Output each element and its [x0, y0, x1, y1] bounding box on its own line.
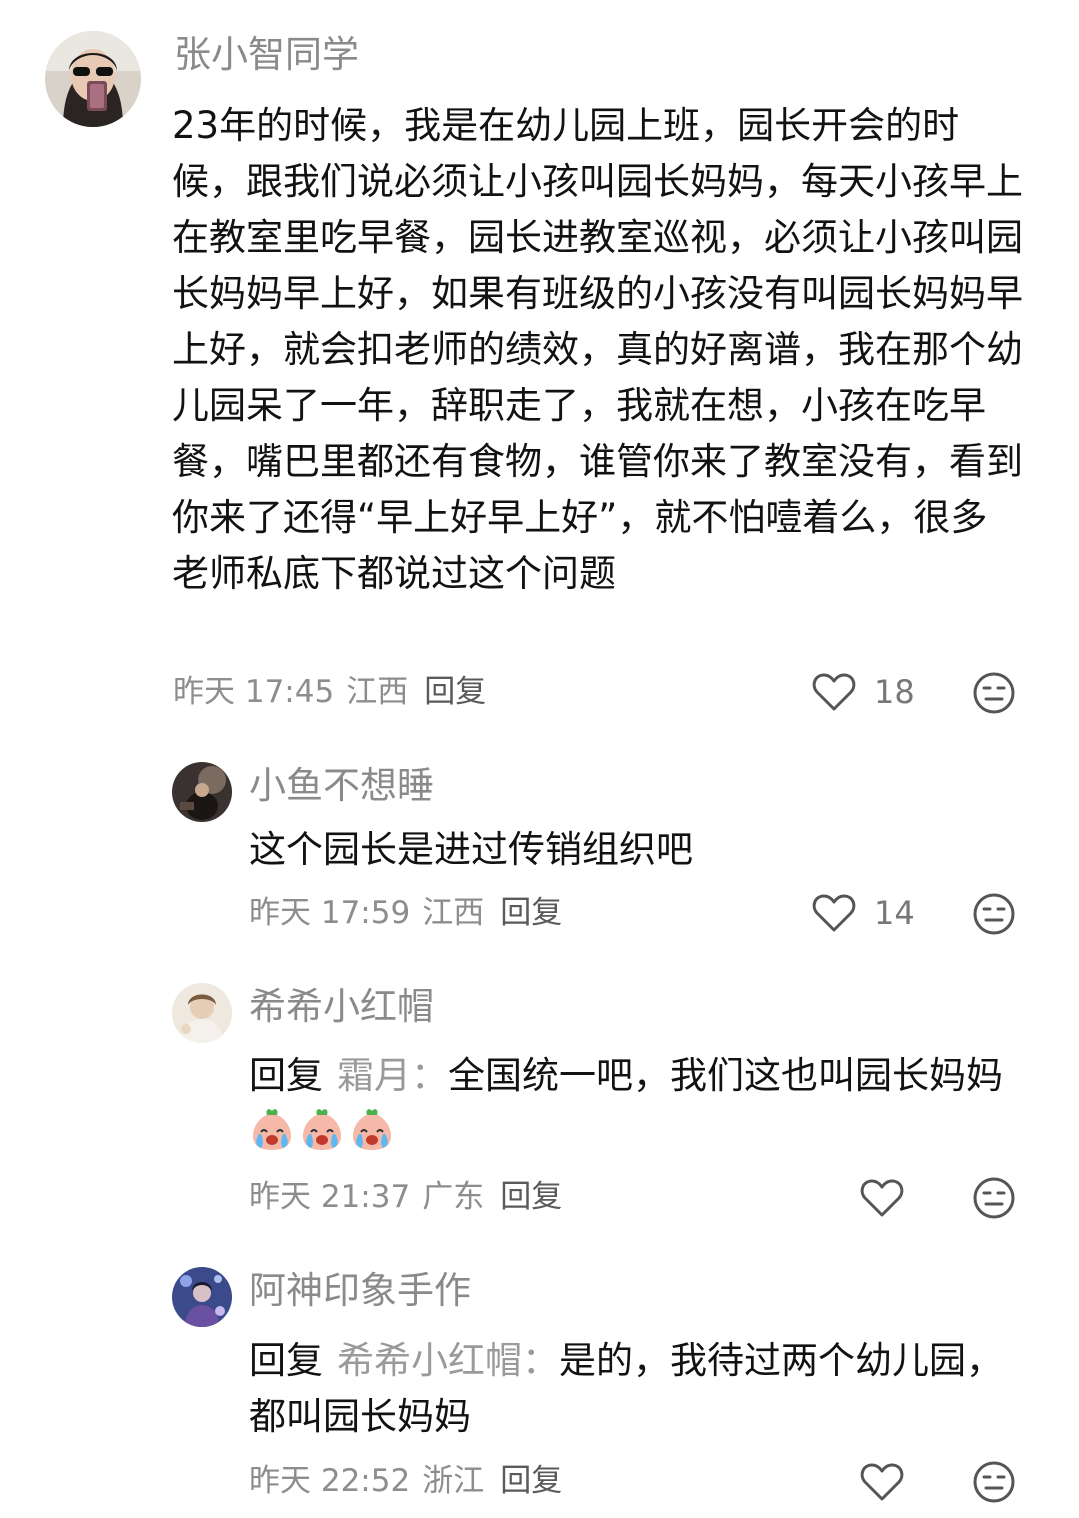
comment-text: 23年的时候，我是在幼儿园上班，园长开会的时候，跟我们说必须让小孩叫园长妈妈，每… [172, 104, 1023, 595]
reply-button[interactable]: 回复 [424, 672, 486, 712]
reply-author[interactable]: 希希小红帽 [249, 983, 434, 1031]
comment-meta: 昨天 17:45 江西 回复 [173, 672, 486, 712]
comment-location: 江西 [346, 674, 409, 710]
reply-author[interactable]: 阿神印象手作 [249, 1267, 471, 1315]
reply-button[interactable]: 回复 [500, 893, 562, 933]
reply-meta: 昨天 17:59 江西 回复 [249, 893, 562, 933]
comment-time: 昨天 17:45 [173, 674, 335, 710]
like-count: 14 [874, 894, 915, 932]
heart-outline-icon [860, 1463, 904, 1501]
reply-time: 昨天 17:59 [249, 895, 411, 931]
reply-target-user[interactable]: 霜月： [337, 1054, 448, 1097]
reply-text: 这个园长是进过传销组织吧 [249, 828, 693, 871]
reply-target-user[interactable]: 希希小红帽： [337, 1339, 559, 1382]
reply-meta: 昨天 22:52 浙江 回复 [249, 1461, 562, 1501]
neutral-face-icon [973, 672, 1015, 714]
reply-text: 回复 希希小红帽：是的，我待过两个幼儿园，都叫园长妈妈 [249, 1333, 1029, 1445]
neutral-face-icon [973, 1461, 1015, 1503]
reply-button[interactable]: 回复 [500, 1177, 562, 1217]
reply-prefix: 回复 [249, 1054, 323, 1097]
avatar[interactable] [45, 31, 141, 127]
avatar[interactable] [172, 983, 232, 1043]
like-button[interactable] [860, 1460, 904, 1504]
reply-time: 昨天 22:52 [249, 1463, 411, 1499]
heart-outline-icon [812, 673, 856, 711]
dislike-button[interactable] [972, 1460, 1016, 1504]
reply-button[interactable]: 回复 [500, 1461, 562, 1501]
like-button[interactable]: 14 [812, 891, 915, 935]
comment-author[interactable]: 张小智同学 [174, 31, 359, 79]
reply-content: 全国统一吧，我们这也叫园长妈妈 [448, 1054, 1003, 1097]
heart-outline-icon [860, 1179, 904, 1217]
reply-text: 回复 霜月：全国统一吧，我们这也叫园长妈妈 [249, 1048, 1029, 1160]
crying-peach-emoji [303, 1109, 341, 1150]
neutral-face-icon [973, 1177, 1015, 1219]
avatar[interactable] [172, 1267, 232, 1327]
crying-peach-emoji [253, 1109, 291, 1150]
reply-location: 浙江 [422, 1463, 485, 1499]
reply-location: 广东 [422, 1179, 485, 1215]
heart-outline-icon [812, 894, 856, 932]
like-button[interactable] [860, 1176, 904, 1220]
dislike-button[interactable] [972, 671, 1016, 715]
dislike-button[interactable] [972, 892, 1016, 936]
reply-location: 江西 [422, 895, 485, 931]
reply-time: 昨天 21:37 [249, 1179, 411, 1215]
dislike-button[interactable] [972, 1176, 1016, 1220]
reply-author[interactable]: 小鱼不想睡 [249, 762, 434, 810]
reply-prefix: 回复 [249, 1339, 323, 1382]
avatar[interactable] [172, 762, 232, 822]
crying-peach-emoji [353, 1109, 391, 1150]
neutral-face-icon [973, 893, 1015, 935]
reply-meta: 昨天 21:37 广东 回复 [249, 1177, 562, 1217]
like-button[interactable]: 18 [812, 670, 915, 714]
like-count: 18 [874, 673, 915, 711]
